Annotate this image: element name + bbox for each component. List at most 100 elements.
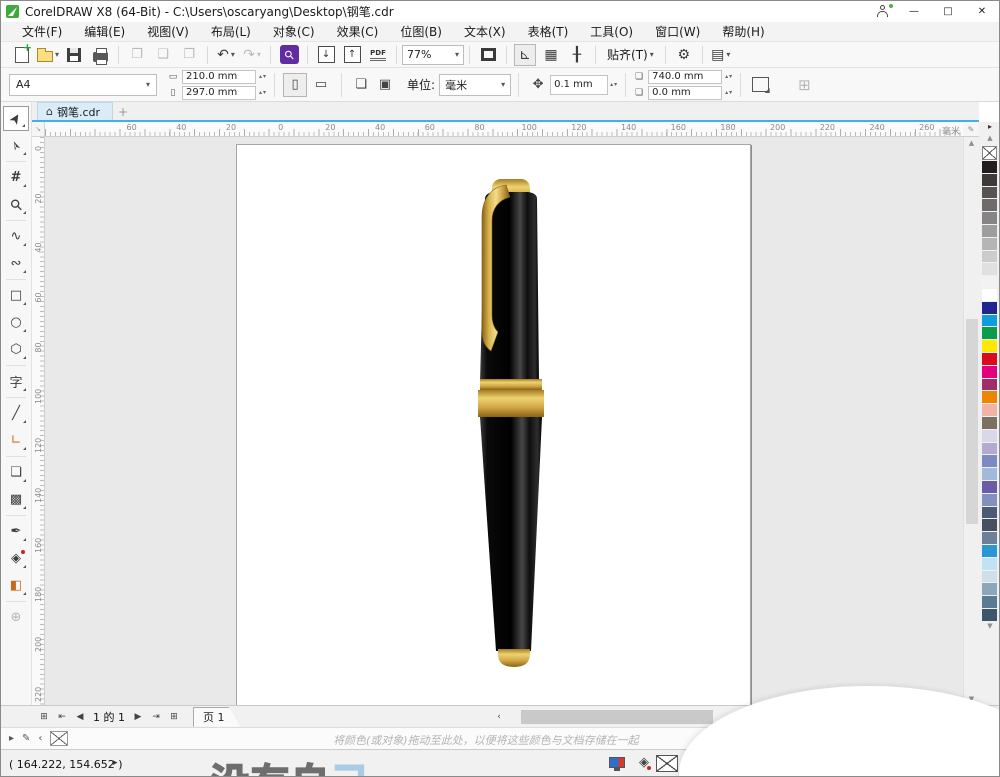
palette-swatch-21[interactable] [982, 429, 997, 443]
horizontal-scroll-thumb[interactable] [521, 710, 713, 724]
pick-tool[interactable]: ➤ [3, 106, 29, 131]
palette-swatch-11[interactable] [982, 301, 997, 315]
add-page-button-right[interactable]: ⊞ [165, 708, 183, 726]
palette-swatch-33[interactable] [982, 583, 997, 597]
docpal-eyedropper-icon[interactable]: ✎ [22, 733, 30, 744]
palette-swatch-5[interactable] [982, 224, 997, 238]
first-page-button[interactable]: ⇤ [53, 708, 71, 726]
previous-page-button[interactable]: ◀ [71, 708, 89, 726]
dropshadow-tool[interactable]: ❏ [3, 460, 29, 485]
menu-item-8[interactable]: 表格(T) [517, 21, 580, 42]
palette-swatch-29[interactable] [982, 532, 997, 545]
next-page-button[interactable]: ▶ [129, 708, 147, 726]
export-button[interactable]: ↑ [341, 44, 363, 66]
page-width-input[interactable]: 210.0 mm [182, 69, 256, 84]
statusbar-flyout-arrow[interactable]: ▸ [113, 758, 118, 768]
menu-item-7[interactable]: 文本(X) [453, 21, 517, 42]
palette-swatch-4[interactable] [982, 212, 997, 225]
connector-tool[interactable]: ∟ [3, 428, 29, 453]
palette-swatch-27[interactable] [982, 506, 997, 520]
palette-scroll-down[interactable]: ▼ [979, 622, 999, 634]
palette-flyout-arrow[interactable]: ▸ [979, 122, 999, 134]
snap-dropdown-arrow[interactable]: ▾ [650, 50, 654, 59]
duplicate-y-stepper[interactable]: ▴▾ [725, 89, 733, 96]
palette-swatch-31[interactable] [982, 557, 997, 571]
pen-drawing[interactable] [446, 173, 586, 673]
all-pages-button[interactable]: ❏ [349, 73, 373, 97]
fill-status-icon[interactable]: ◈ [639, 755, 651, 770]
show-rulers-button[interactable]: ⊾ [514, 43, 537, 66]
color-proof-monitor-icon[interactable] [609, 757, 625, 771]
smartfill-tool[interactable]: ◧ [3, 573, 29, 598]
hscroll-left-arrow[interactable]: ‹ [491, 709, 507, 725]
portrait-button[interactable]: ▯ [283, 72, 308, 97]
drawing-canvas[interactable] [45, 137, 963, 705]
page-size-preset-select[interactable]: A4 ▾ [9, 73, 157, 96]
vertical-scroll-thumb[interactable] [966, 319, 978, 524]
preset-dropdown-arrow[interactable]: ▾ [146, 80, 150, 89]
palette-swatch-3[interactable] [982, 199, 997, 213]
menu-item-4[interactable]: 对象(C) [262, 21, 326, 42]
dimension-tool[interactable]: ╱ [3, 401, 29, 426]
units-dropdown-arrow[interactable]: ▾ [501, 80, 505, 89]
palette-swatch-0[interactable] [982, 161, 997, 174]
polygon-tool[interactable]: ⬡ [3, 337, 29, 362]
fullscreen-preview-button[interactable] [477, 44, 499, 66]
palette-swatch-2[interactable] [982, 186, 997, 200]
palette-swatch-35[interactable] [982, 608, 997, 622]
zoom-level-combo[interactable]: 77% ▾ [402, 44, 465, 65]
new-document-button[interactable] [11, 41, 33, 66]
undo-dropdown-arrow[interactable]: ▾ [231, 50, 235, 59]
docpal-empty-swatch[interactable] [50, 731, 69, 746]
outline-none-swatch[interactable] [656, 755, 678, 772]
page-1-tab[interactable]: 页 1 [193, 707, 241, 727]
freehand-tool[interactable]: ∿ [3, 224, 29, 249]
menu-item-2[interactable]: 视图(V) [136, 21, 200, 42]
treat-as-filled-button[interactable] [748, 73, 772, 97]
palette-swatch-19[interactable] [982, 404, 997, 417]
no-color-swatch[interactable] [982, 146, 997, 160]
launcher-dropdown-arrow[interactable]: ▾ [726, 50, 730, 59]
fill-tool[interactable]: ◈ [3, 546, 29, 571]
menu-item-9[interactable]: 工具(O) [579, 21, 644, 42]
page-height-input[interactable]: 297.0 mm [182, 85, 256, 100]
palette-swatch-22[interactable] [982, 442, 997, 456]
rectangle-tool[interactable]: □ [3, 283, 29, 308]
menu-item-5[interactable]: 效果(C) [326, 21, 390, 42]
search-content-button[interactable]: ⚲ [278, 44, 300, 66]
palette-swatch-7[interactable] [982, 250, 997, 264]
zoom-tool[interactable]: ⚲ [3, 192, 29, 217]
duplicate-x-input[interactable]: 740.0 mm [648, 69, 723, 84]
palette-swatch-28[interactable] [982, 519, 997, 533]
duplicate-y-input[interactable]: 0.0 mm [648, 85, 723, 100]
menu-item-6[interactable]: 位图(B) [389, 21, 453, 42]
scroll-up-arrow[interactable]: ▲ [964, 139, 979, 147]
vertical-ruler[interactable]: 0 20 40 60 80 100 120 140 160 180 200 220 [32, 137, 45, 705]
palette-swatch-26[interactable] [982, 493, 997, 507]
options-button[interactable]: ⚙ [673, 44, 695, 66]
eyedropper-tool[interactable]: ✒ [3, 519, 29, 544]
document-tab[interactable]: ⌂ 钢笔.cdr [37, 102, 114, 120]
open-button[interactable]: ▾ [37, 44, 59, 66]
units-select[interactable]: 毫米 ▾ [439, 73, 512, 96]
zoom-dropdown-arrow[interactable]: ▾ [455, 50, 459, 59]
page-width-stepper[interactable]: ▴▾ [259, 73, 267, 80]
nudge-stepper[interactable]: ▴▾ [610, 82, 618, 88]
open-dropdown-arrow[interactable]: ▾ [55, 50, 59, 59]
ellipse-tool[interactable]: ○ [3, 310, 29, 335]
application-launcher-button[interactable]: ▤ ▾ [710, 44, 732, 66]
add-page-button[interactable]: ⊞ [35, 708, 53, 726]
ruler-edit-corner[interactable]: ✎ [963, 122, 979, 137]
undo-button[interactable]: ↶ ▾ [215, 44, 237, 66]
show-guidelines-button[interactable]: ╂ [566, 44, 588, 66]
palette-swatch-14[interactable] [982, 340, 997, 353]
docpal-flyout-arrow[interactable]: ▸ [9, 733, 14, 744]
palette-swatch-16[interactable] [982, 365, 997, 379]
menu-item-0[interactable]: 文件(F) [11, 21, 73, 42]
text-tool[interactable]: 字 [3, 369, 29, 394]
crop-tool[interactable]: # [3, 165, 29, 190]
shape-tool[interactable]: ➢ [3, 133, 29, 158]
menu-item-10[interactable]: 窗口(W) [644, 21, 711, 42]
palette-scroll-up[interactable]: ▲ [979, 134, 999, 146]
palette-swatch-17[interactable] [982, 378, 997, 392]
